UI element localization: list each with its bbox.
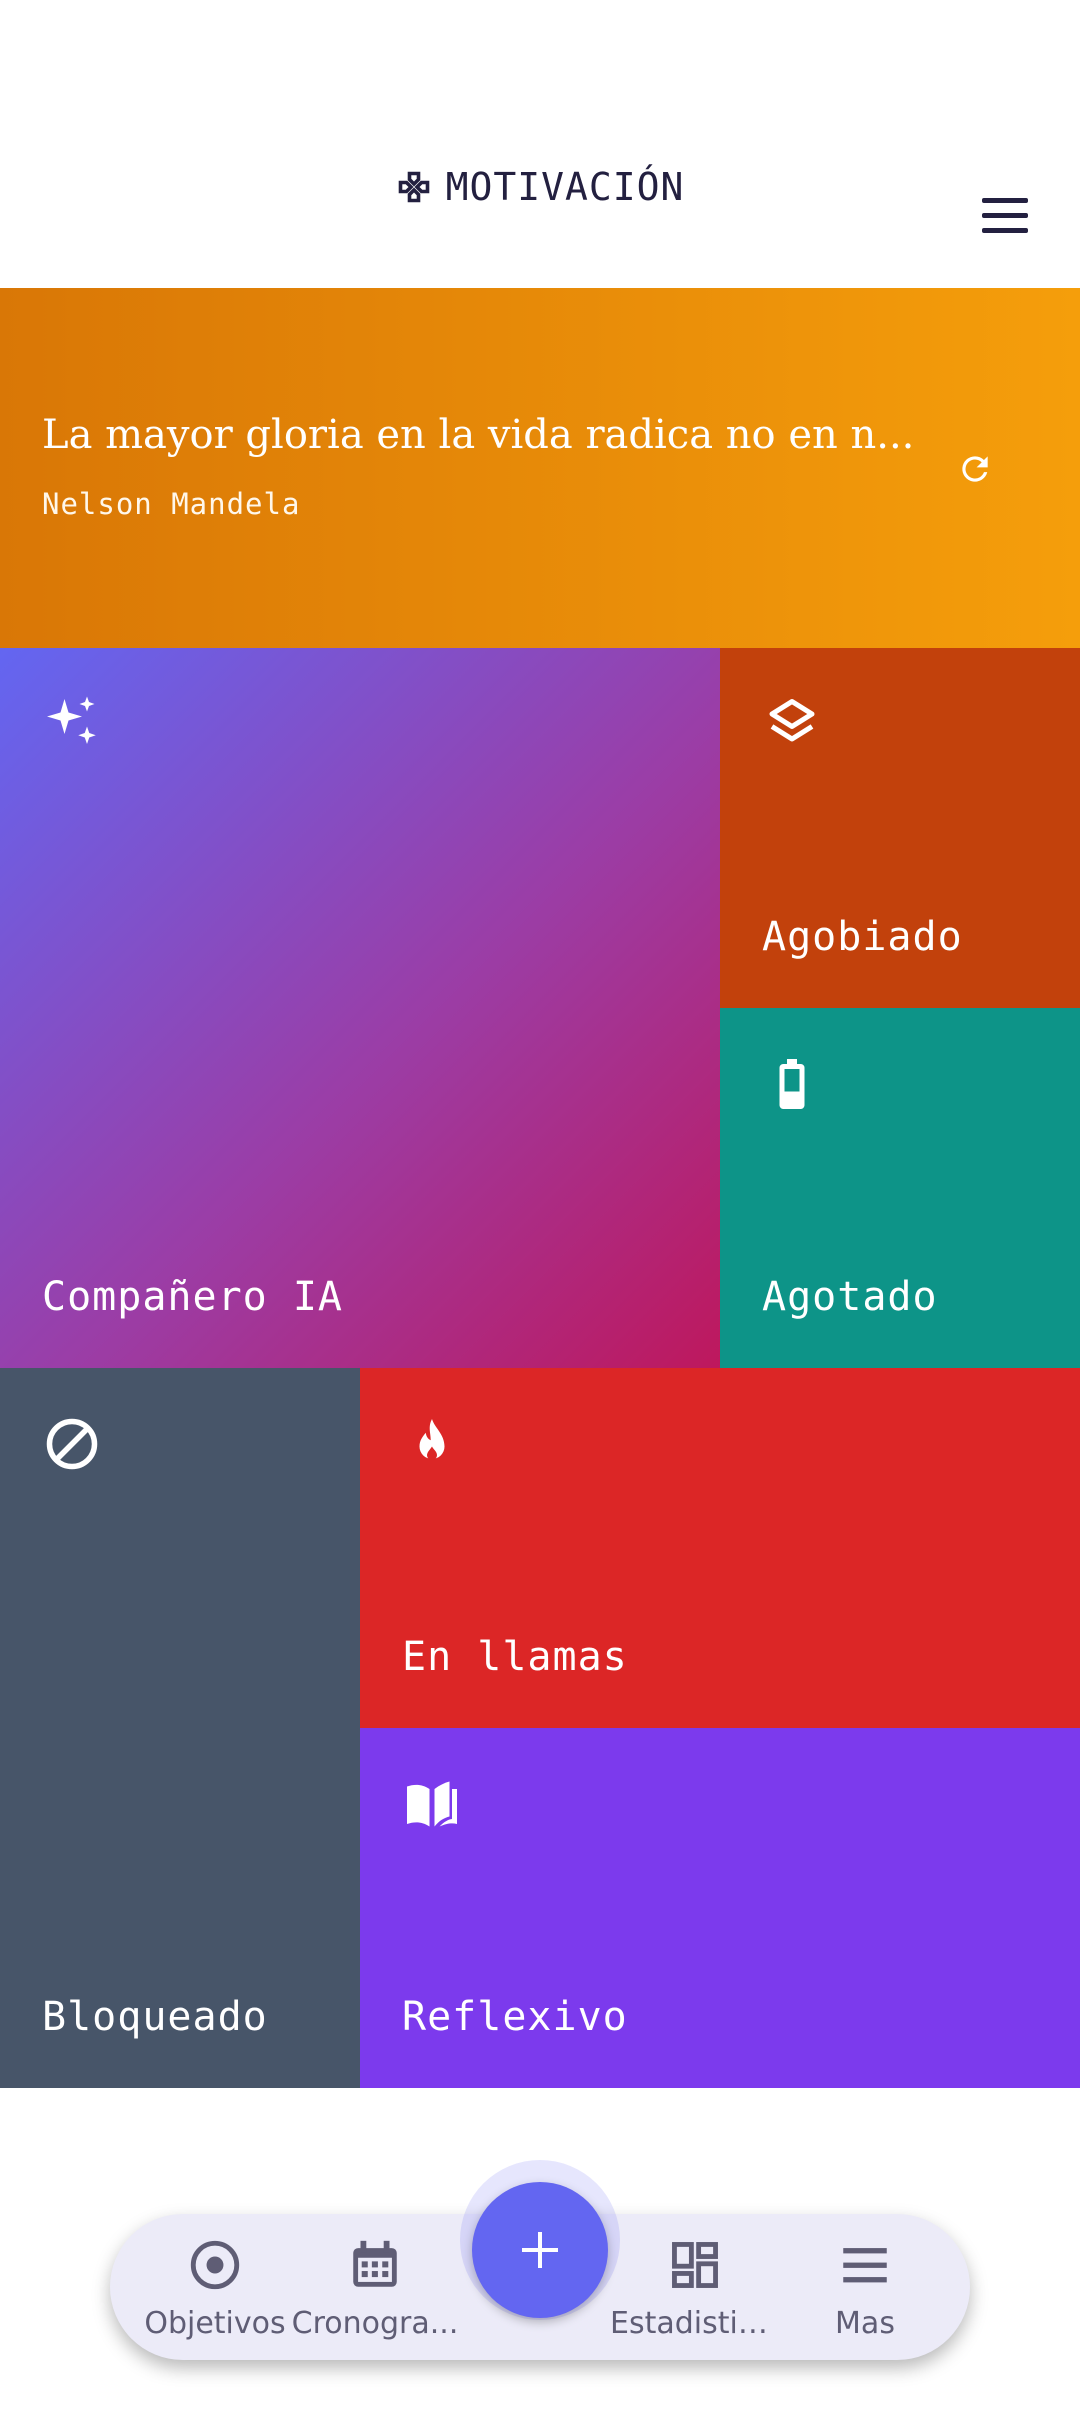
flame-icon: [419, 1419, 445, 1461]
app-header: MOTIVACIÓN: [0, 0, 1080, 288]
target-icon: [190, 2240, 240, 2290]
tile-label: Compañero IA: [42, 1274, 343, 1320]
nav-item-cronograma[interactable]: Cronogra...: [290, 2236, 460, 2346]
tile-label: Reflexivo: [402, 1994, 628, 2040]
sparkles-icon: [47, 696, 96, 744]
add-button[interactable]: [472, 2182, 608, 2318]
tile-label: En llamas: [402, 1634, 628, 1680]
title-bar: MOTIVACIÓN: [0, 165, 1080, 209]
nav-label: Objetivos: [144, 2306, 286, 2341]
hamburger-menu-icon[interactable]: [978, 196, 1034, 236]
gamepad-icon: [398, 171, 429, 203]
nav-label: Cronogra...: [291, 2306, 459, 2341]
quote-text: La mayor gloria en la vida radica no en …: [42, 412, 915, 458]
tile-label: Agotado: [762, 1274, 938, 1320]
nav-label: Mas: [835, 2306, 895, 2341]
nav-label: Estadistic...: [610, 2306, 780, 2341]
calendar-icon: [353, 2240, 397, 2287]
tile-reflexivo[interactable]: Reflexivo: [360, 1728, 1080, 2088]
plus-icon: [522, 2232, 558, 2268]
tile-bloqueado[interactable]: Bloqueado: [0, 1368, 360, 2088]
tile-agobiado[interactable]: Agobiado: [720, 648, 1080, 1008]
book-icon: [407, 1781, 457, 1827]
tile-companero-ia[interactable]: Compañero IA: [0, 648, 720, 1368]
layers-icon: [769, 699, 815, 742]
tile-label: Agobiado: [762, 914, 963, 960]
battery-icon: [779, 1059, 805, 1109]
refresh-icon[interactable]: [956, 450, 994, 488]
page-title: MOTIVACIÓN: [445, 165, 685, 209]
nav-item-estadisticas[interactable]: Estadistic...: [610, 2236, 780, 2346]
nav-item-mas[interactable]: Mas: [780, 2236, 950, 2346]
tile-en-llamas[interactable]: En llamas: [360, 1368, 1080, 1728]
nav-item-objetivos[interactable]: Objetivos: [130, 2236, 300, 2346]
tile-agotado[interactable]: Agotado: [720, 1008, 1080, 1368]
dashboard-icon: [672, 2242, 718, 2288]
tile-label: Bloqueado: [42, 1994, 268, 2040]
quote-card: [0, 288, 1080, 648]
menu-icon: [843, 2248, 887, 2283]
blocked-icon: [46, 1418, 98, 1470]
quote-author: Nelson Mandela: [42, 487, 301, 521]
